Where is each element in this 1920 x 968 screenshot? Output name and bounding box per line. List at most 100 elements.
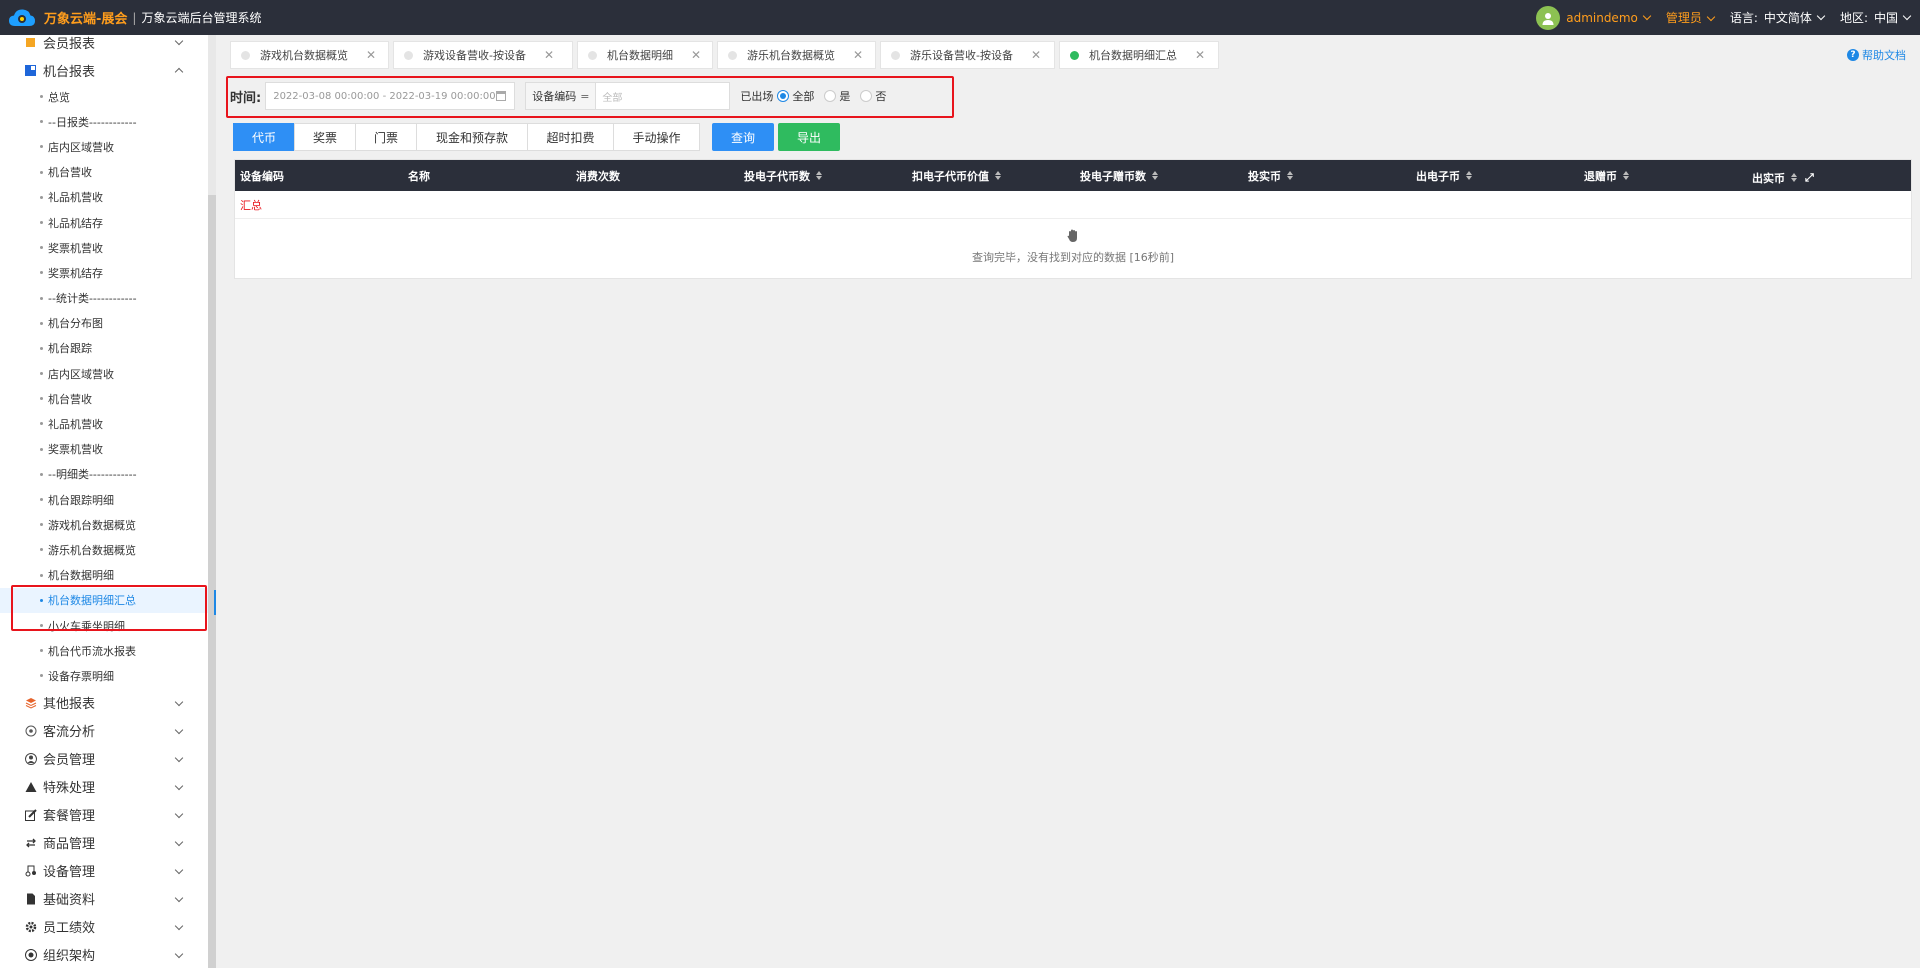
sidebar-item[interactable]: 机台营收 xyxy=(0,160,208,185)
column-header-e-coin-out[interactable]: 出电子币 xyxy=(1411,168,1579,184)
exited-label: 已出场 xyxy=(740,90,774,103)
sidebar-group-basic-data[interactable]: 基础资料 xyxy=(0,885,208,913)
sidebar-item[interactable]: 机台跟踪明细 xyxy=(0,487,208,512)
radio-no[interactable]: 否 xyxy=(860,88,886,104)
tab-status-dot xyxy=(728,50,737,60)
sidebar-item[interactable]: --统计类------------ xyxy=(0,286,208,311)
sidebar-item[interactable]: 店内区域营收 xyxy=(0,361,208,386)
sidebar-item[interactable]: 礼品机结存 xyxy=(0,210,208,235)
close-icon[interactable]: ✕ xyxy=(366,48,376,62)
tab-machine-data-summary[interactable]: 机台数据明细汇总 ✕ xyxy=(1059,41,1219,69)
logo[interactable]: 万象云端-展会 | 万象云端后台管理系统 xyxy=(0,8,261,28)
segment-overtime-fee[interactable]: 超时扣费 xyxy=(527,123,614,151)
column-header-physical-coin-out[interactable]: 出实币 ⤢ xyxy=(1747,166,1907,186)
column-header-bonus-refund[interactable]: 退赠币 xyxy=(1579,168,1747,184)
sidebar-group-device-management[interactable]: 设备管理 xyxy=(0,857,208,885)
sidebar-item[interactable]: 总览 xyxy=(0,84,208,109)
sidebar-group-label: 会员报表 xyxy=(43,36,96,52)
file-icon xyxy=(24,892,37,905)
sidebar-item[interactable]: 机台营收 xyxy=(0,386,208,411)
column-header-consume-count: 消费次数 xyxy=(571,168,739,184)
sort-icon[interactable] xyxy=(1287,171,1293,180)
table-header: 设备编码 名称 消费次数 投电子代币数 扣电子代币价值 投电子赠币数 投实币 出… xyxy=(235,160,1911,191)
sidebar-scrollbar-thumb[interactable] xyxy=(208,195,216,968)
sidebar-item[interactable]: 礼品机营收 xyxy=(0,411,208,436)
sidebar-item[interactable]: 设备存票明细 xyxy=(0,663,208,688)
query-button[interactable]: 查询 xyxy=(712,123,774,151)
sidebar-item[interactable]: 奖票机营收 xyxy=(0,437,208,462)
user-menu[interactable]: admindemo xyxy=(1536,5,1652,30)
column-header-e-bonus-in[interactable]: 投电子赠币数 xyxy=(1075,168,1243,184)
tab-label: 游戏机台数据概览 xyxy=(260,49,348,62)
sidebar-group-other-report[interactable]: 其他报表 xyxy=(0,689,208,717)
sidebar-item[interactable]: 机台分布图 xyxy=(0,311,208,336)
close-icon[interactable]: ✕ xyxy=(1195,48,1205,62)
sidebar-group-product-management[interactable]: 商品管理 xyxy=(0,829,208,857)
sort-icon[interactable] xyxy=(1791,173,1797,182)
sidebar-item[interactable]: 奖票机结存 xyxy=(0,260,208,285)
segment-token[interactable]: 代币 xyxy=(233,123,295,151)
sidebar-group-member-management[interactable]: 会员管理 xyxy=(0,745,208,773)
sidebar-item[interactable]: --明细类------------ xyxy=(0,462,208,487)
export-button[interactable]: 导出 xyxy=(778,123,840,151)
close-icon[interactable]: ✕ xyxy=(853,48,863,62)
tab-game-device-revenue[interactable]: 游戏设备营收-按设备 ✕ xyxy=(393,41,573,69)
sidebar-item-label: 机台数据明细 xyxy=(48,569,114,583)
sort-icon[interactable] xyxy=(816,171,822,180)
segment-ticket[interactable]: 奖票 xyxy=(294,123,356,151)
sidebar-item[interactable]: 游乐机台数据概览 xyxy=(0,537,208,562)
sort-icon[interactable] xyxy=(1623,171,1629,180)
radio-all[interactable]: 全部 xyxy=(777,88,814,104)
sidebar-item-active[interactable]: 机台数据明细汇总 xyxy=(0,587,208,613)
sidebar-group-machine-report[interactable]: 机台报表 xyxy=(0,56,208,84)
sort-icon[interactable] xyxy=(1152,171,1158,180)
column-header-e-token-in[interactable]: 投电子代币数 xyxy=(739,168,907,184)
device-code-operator[interactable]: 设备编码 = xyxy=(525,82,597,110)
fullscreen-icon[interactable]: ⤢ xyxy=(1805,171,1814,185)
region-selector[interactable]: 地区: 中国 xyxy=(1840,9,1912,26)
segment-label: 手动操作 xyxy=(632,130,681,145)
sidebar-group-traffic-analysis[interactable]: 客流分析 xyxy=(0,717,208,745)
device-code-input[interactable]: 全部 xyxy=(596,82,731,110)
summary-row: 汇总 xyxy=(235,191,1911,219)
segment-manual-operation[interactable]: 手动操作 xyxy=(613,123,700,151)
tab-machine-data-detail[interactable]: 机台数据明细 ✕ xyxy=(577,41,713,69)
sidebar-item[interactable]: 游戏机台数据概览 xyxy=(0,512,208,537)
sidebar-item[interactable]: --日报类------------ xyxy=(0,109,208,134)
role-menu[interactable]: 管理员 xyxy=(1666,9,1716,26)
tab-amusement-machine-overview[interactable]: 游乐机台数据概览 ✕ xyxy=(717,41,876,69)
column-header-name: 名称 xyxy=(403,168,571,184)
column-header-physical-coin-in[interactable]: 投实币 xyxy=(1243,168,1411,184)
sidebar-group-special-handling[interactable]: 特殊处理 xyxy=(0,773,208,801)
sidebar-group-staff-performance[interactable]: 员工绩效 xyxy=(0,913,208,941)
date-range-input[interactable]: 2022-03-08 00:00:00 - 2022-03-19 00:00:0… xyxy=(265,82,516,110)
sidebar-item[interactable]: 小火车乘坐明细 xyxy=(0,613,208,638)
calendar-icon xyxy=(496,91,507,101)
sidebar-item[interactable]: 机台数据明细 xyxy=(0,563,208,588)
sidebar-group-package-management[interactable]: 套餐管理 xyxy=(0,801,208,829)
username: admindemo xyxy=(1566,10,1638,25)
sort-icon[interactable] xyxy=(1466,171,1472,180)
sidebar-scrollbar[interactable] xyxy=(208,35,216,968)
sidebar-group-organization[interactable]: 组织架构 xyxy=(0,941,208,968)
help-link[interactable]: ? 帮助文档 xyxy=(1847,47,1906,63)
radio-yes[interactable]: 是 xyxy=(824,88,850,104)
chevron-down-icon xyxy=(174,697,184,706)
sidebar-group-member-report[interactable]: 会员报表 xyxy=(0,35,208,56)
sidebar-item[interactable]: 奖票机营收 xyxy=(0,235,208,260)
language-selector[interactable]: 语言: 中文简体 xyxy=(1730,9,1826,26)
close-icon[interactable]: ✕ xyxy=(1031,48,1041,62)
segment-entry-ticket[interactable]: 门票 xyxy=(355,123,417,151)
segment-cash-deposit[interactable]: 现金和预存款 xyxy=(416,123,528,151)
sort-icon[interactable] xyxy=(995,171,1001,180)
sidebar-item[interactable]: 店内区域营收 xyxy=(0,134,208,159)
close-icon[interactable]: ✕ xyxy=(544,48,554,62)
tab-game-machine-overview[interactable]: 游戏机台数据概览 ✕ xyxy=(230,41,389,69)
sidebar-item[interactable]: 礼品机营收 xyxy=(0,185,208,210)
close-icon[interactable]: ✕ xyxy=(691,48,701,62)
tab-amusement-device-revenue[interactable]: 游乐设备营收-按设备 ✕ xyxy=(880,41,1055,69)
sidebar-item[interactable]: 机台代币流水报表 xyxy=(0,638,208,663)
chevron-down-icon xyxy=(174,36,184,46)
sidebar-item[interactable]: 机台跟踪 xyxy=(0,336,208,361)
column-header-e-token-value[interactable]: 扣电子代币价值 xyxy=(907,168,1075,184)
